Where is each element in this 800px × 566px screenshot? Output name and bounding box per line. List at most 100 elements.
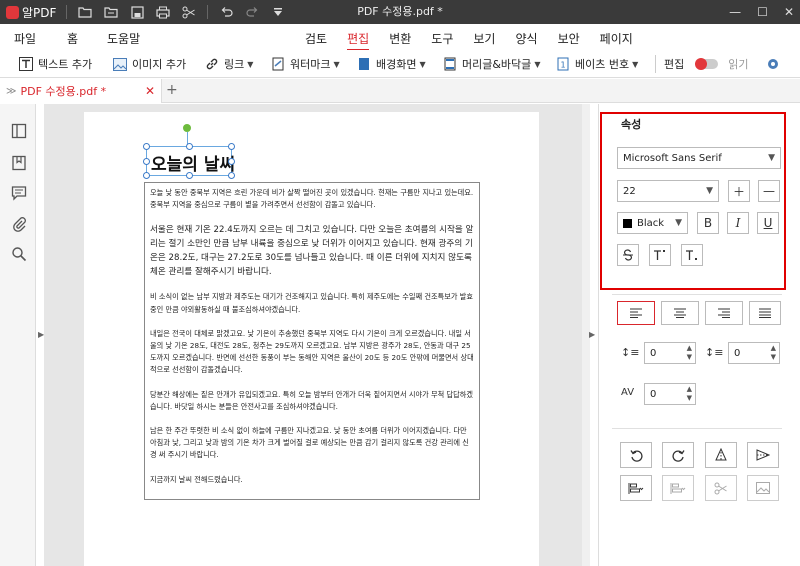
header-footer-icon	[442, 57, 457, 72]
add-tab-button[interactable]: +	[166, 82, 178, 98]
increase-font-size-button[interactable]: ＋	[728, 180, 750, 202]
document-heading[interactable]: 오늘의 날씨	[151, 150, 235, 175]
header-footer-label: 머리글&바닥글	[462, 58, 532, 71]
font-family-select[interactable]: Microsoft Sans Serif ▼	[617, 147, 781, 169]
resize-handle[interactable]	[228, 172, 235, 179]
flip-vertical-button[interactable]	[705, 442, 737, 468]
menu-home[interactable]: 홈	[67, 30, 78, 47]
resize-handle[interactable]	[186, 143, 193, 150]
rotate-handle[interactable]	[183, 124, 191, 132]
flip-horizontal-button[interactable]	[747, 442, 779, 468]
minimize-icon[interactable]: —	[729, 5, 741, 19]
document-tab[interactable]: ≫ PDF 수정용.pdf * ✕	[0, 79, 162, 103]
redo-icon[interactable]	[244, 5, 260, 19]
menu-edit[interactable]: 편집	[347, 30, 370, 51]
resize-handle[interactable]	[186, 172, 193, 179]
rotate-left-button[interactable]	[620, 442, 652, 468]
align-justify-button[interactable]	[749, 301, 781, 325]
paragraph-spacing-input[interactable]: 0 ▲ ▼	[728, 342, 780, 364]
link-button[interactable]: 링크 ▼	[204, 55, 253, 73]
close-icon[interactable]: ✕	[784, 5, 794, 19]
app-name: 알PDF	[22, 5, 57, 20]
paragraph[interactable]: 지금까지 날씨 전해드렸습니다.	[150, 474, 474, 486]
bates-number-button[interactable]: 1 베이츠 번호 ▼	[555, 55, 638, 73]
subscript-button[interactable]	[681, 244, 703, 266]
menu-view[interactable]: 보기	[473, 30, 495, 51]
header-footer-button[interactable]: 머리글&바닥글 ▼	[442, 55, 540, 73]
menu-security[interactable]: 보안	[558, 30, 580, 51]
paragraph[interactable]: 오늘 낮 동안 중북부 지역은 흐린 가운데 비가 살짝 떨어진 곳이 있겠습니…	[150, 187, 474, 211]
align-objects-button[interactable]	[620, 475, 652, 501]
align-left-button[interactable]	[617, 301, 655, 325]
distribute-objects-button[interactable]	[662, 475, 694, 501]
spinner-arrows-icon[interactable]: ▲ ▼	[687, 344, 692, 362]
search-icon[interactable]	[10, 245, 28, 263]
collapse-right-panel-icon[interactable]: ▶	[589, 330, 595, 339]
italic-button[interactable]: I	[727, 212, 749, 234]
paragraph[interactable]: 비 소식이 없는 남부 지방과 제주도는 대기가 건조해지고 있습니다. 특히 …	[150, 291, 474, 315]
strikethrough-button[interactable]	[617, 244, 639, 266]
spinner-arrows-icon[interactable]: ▲ ▼	[687, 385, 692, 403]
image-icon	[756, 482, 770, 494]
open-icon[interactable]	[103, 5, 119, 19]
document-body-text-box[interactable]: 오늘 낮 동안 중북부 지역은 흐린 가운데 비가 살짝 떨어진 곳이 있겠습니…	[144, 182, 480, 500]
align-right-button[interactable]	[705, 301, 743, 325]
add-text-button[interactable]: 텍스트 추가	[18, 55, 92, 73]
menu-help[interactable]: 도움말	[107, 30, 140, 47]
background-button[interactable]: 배경화면 ▼	[356, 55, 426, 73]
save-icon[interactable]	[129, 5, 145, 19]
text-icon	[18, 57, 33, 72]
settings-button[interactable]	[765, 55, 785, 73]
paragraph[interactable]: 서울은 현재 기온 22.4도까지 오르는 데 그치고 있습니다. 다만 오늘은…	[150, 223, 474, 279]
font-size-select[interactable]: 22 ▼	[617, 180, 719, 202]
rotate-right-button[interactable]	[662, 442, 694, 468]
resize-handle[interactable]	[143, 143, 150, 150]
attachment-icon[interactable]	[10, 215, 28, 233]
menu-review[interactable]: 검토	[305, 30, 327, 51]
align-center-button[interactable]	[661, 301, 699, 325]
resize-handle[interactable]	[228, 143, 235, 150]
link-label: 링크	[224, 58, 245, 71]
maximize-icon[interactable]: ☐	[757, 5, 768, 19]
decrease-font-size-button[interactable]: —	[758, 180, 780, 202]
character-spacing-input[interactable]: 0 ▲ ▼	[644, 383, 696, 405]
watermark-button[interactable]: 워터마크 ▼	[270, 55, 340, 73]
resize-handle[interactable]	[143, 172, 150, 179]
undo-icon[interactable]	[218, 5, 234, 19]
font-color-select[interactable]: Black ▼	[617, 212, 688, 234]
menu-form[interactable]: 양식	[515, 30, 537, 51]
menu-tools[interactable]: 도구	[431, 30, 453, 51]
menu-page[interactable]: 페이지	[600, 30, 633, 51]
print-icon[interactable]	[155, 5, 171, 19]
superscript-button[interactable]	[649, 244, 671, 266]
menu-convert[interactable]: 변환	[389, 30, 411, 51]
paragraph[interactable]: 당분간 해상에는 짙은 안개가 유입되겠고요. 특히 오늘 밤부터 안개가 더욱…	[150, 389, 474, 413]
chevron-down-icon: ▼	[768, 153, 775, 163]
thumbnails-icon[interactable]	[10, 122, 28, 140]
folder-icon[interactable]	[77, 5, 93, 19]
chevron-double-down-icon[interactable]: ≫	[6, 86, 16, 97]
bold-button[interactable]: B	[697, 212, 719, 234]
spinner-arrows-icon[interactable]: ▲ ▼	[771, 344, 776, 362]
edit-read-toggle[interactable]	[695, 58, 719, 70]
underline-button[interactable]: U	[757, 212, 779, 234]
selected-text-box[interactable]: 오늘의 날씨	[143, 143, 235, 179]
more-icon[interactable]	[270, 5, 286, 19]
close-tab-icon[interactable]: ✕	[145, 84, 155, 98]
resize-handle[interactable]	[228, 158, 235, 165]
crop-button[interactable]	[705, 475, 737, 501]
comment-icon[interactable]	[10, 184, 28, 202]
menu-file[interactable]: 파일	[14, 30, 36, 47]
background-label: 배경화면	[376, 58, 417, 71]
window-controls: — ☐ ✕	[729, 0, 794, 24]
scissors-icon[interactable]	[181, 5, 197, 19]
resize-handle[interactable]	[143, 158, 150, 165]
bookmark-icon[interactable]	[10, 154, 28, 172]
paragraph[interactable]: 내일은 전국이 대체로 맑겠고요. 낮 기온이 추송했던 중북부 지역도 다시 …	[150, 328, 474, 377]
edit-mode-toggle[interactable]: 편집 읽기	[664, 55, 749, 73]
paragraph-spacing-value: 0	[734, 347, 741, 359]
replace-image-button[interactable]	[747, 475, 779, 501]
line-spacing-input[interactable]: 0 ▲ ▼	[644, 342, 696, 364]
paragraph[interactable]: 남은 한 주간 뚜렷한 비 소식 없이 하늘에 구름만 지나겠고요. 낮 동안 …	[150, 425, 474, 462]
add-image-button[interactable]: 이미지 추가	[112, 55, 186, 73]
